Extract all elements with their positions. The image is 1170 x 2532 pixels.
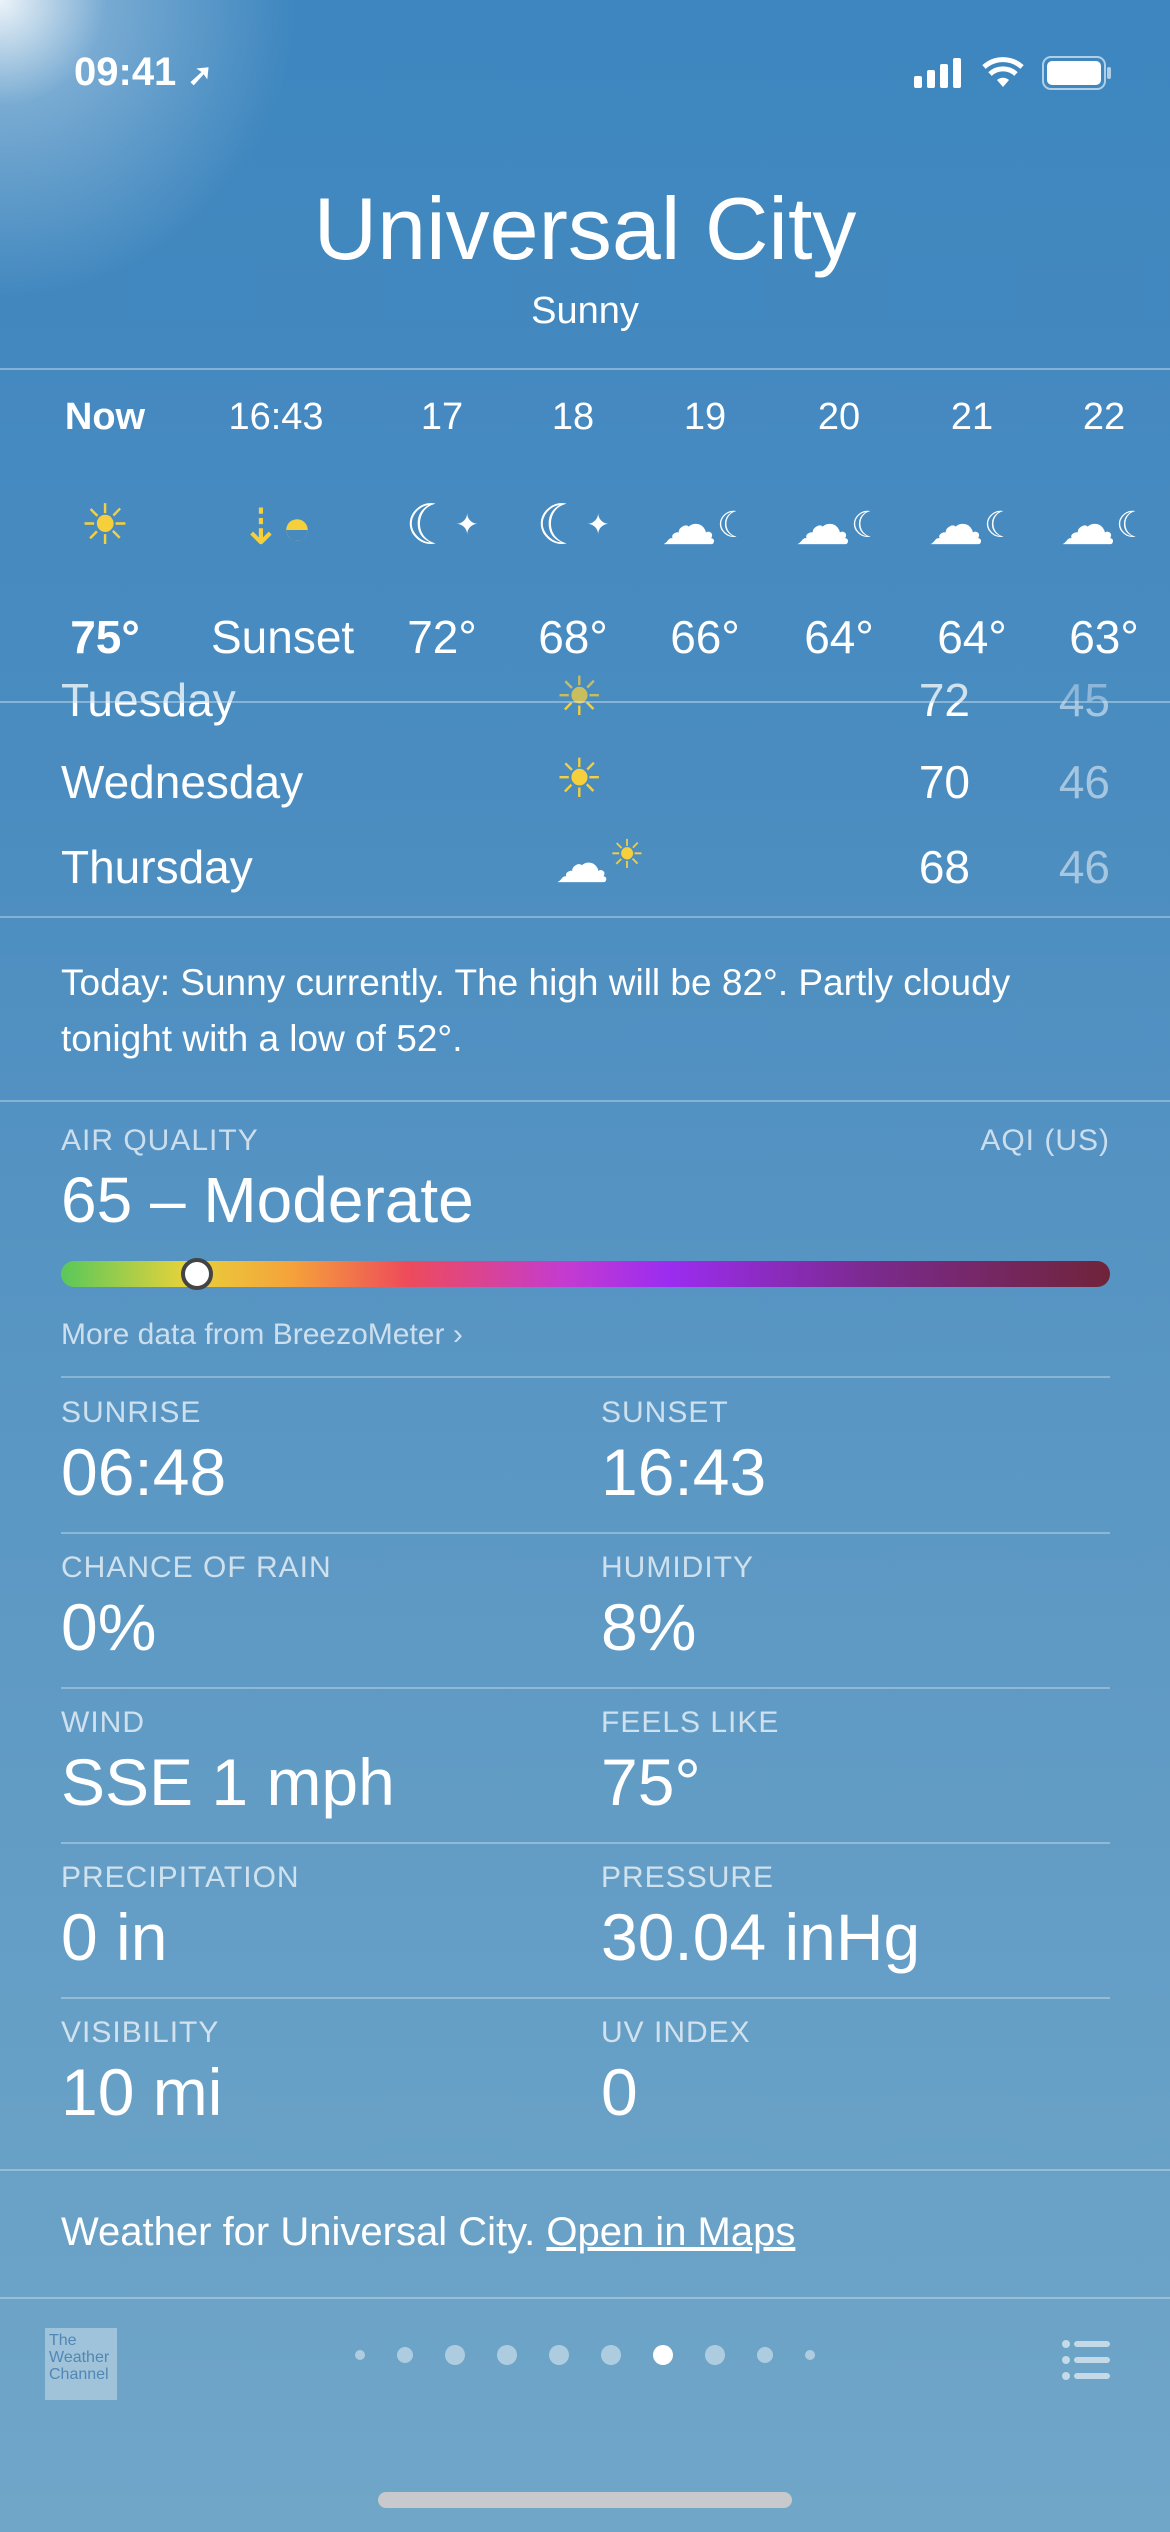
detail-value: SSE 1 mph bbox=[61, 1745, 395, 1819]
hour-temp: 66° bbox=[670, 611, 740, 663]
hour-label: 16:43 bbox=[228, 396, 324, 438]
page-dot[interactable] bbox=[549, 2345, 569, 2365]
detail-label: HUMIDITY bbox=[601, 1551, 754, 1584]
aqi-unit: AQI (US) bbox=[980, 1124, 1110, 1157]
page-dot[interactable] bbox=[355, 2350, 365, 2360]
detail-value: 8% bbox=[601, 1590, 697, 1664]
page-dot[interactable] bbox=[653, 2345, 673, 2365]
divider bbox=[61, 1842, 1110, 1844]
page-dot[interactable] bbox=[497, 2345, 517, 2365]
high-temp: 70 bbox=[918, 756, 970, 808]
low-temp: 46 bbox=[1058, 841, 1110, 893]
hour-label: 19 bbox=[683, 396, 727, 438]
status-icons bbox=[914, 56, 1112, 90]
time-text: 09:41 bbox=[74, 50, 177, 94]
aqi-scale-bar bbox=[61, 1261, 1110, 1287]
sun-icon: ☀ bbox=[555, 749, 604, 809]
detail-label: PRESSURE bbox=[601, 1861, 775, 1894]
cloud-moon-icon: ☁☾ bbox=[927, 493, 1017, 556]
hour-label: 22 bbox=[1082, 396, 1126, 438]
status-time: 09:41 ➚ bbox=[74, 50, 213, 95]
detail-label: CHANCE OF RAIN bbox=[61, 1551, 332, 1584]
page-dot[interactable] bbox=[805, 2350, 815, 2360]
moon-stars-icon: ☾✦ bbox=[536, 493, 610, 556]
page-dot[interactable] bbox=[757, 2347, 773, 2363]
hour-temp: 68° bbox=[538, 611, 608, 663]
detail-label: VISIBILITY bbox=[61, 2016, 220, 2049]
home-indicator[interactable] bbox=[378, 2492, 792, 2508]
divider bbox=[61, 1376, 1110, 1378]
page-dot[interactable] bbox=[705, 2345, 725, 2365]
hour-temp: Sunset bbox=[211, 611, 355, 663]
detail-label: UV INDEX bbox=[601, 2016, 751, 2049]
wifi-icon bbox=[982, 57, 1024, 87]
hour-temp: 63° bbox=[1069, 611, 1139, 663]
divider bbox=[0, 916, 1170, 918]
signal-icon bbox=[914, 58, 961, 88]
page-dot[interactable] bbox=[601, 2345, 621, 2365]
breezometer-link[interactable]: More data from BreezoMeter › bbox=[61, 1318, 463, 1352]
detail-value: 0% bbox=[61, 1590, 157, 1664]
page-dot[interactable] bbox=[397, 2347, 413, 2363]
moon-stars-icon: ☾✦ bbox=[405, 493, 479, 556]
hour-temp: 72° bbox=[407, 611, 477, 663]
hour-label: 21 bbox=[950, 396, 994, 438]
hour-label: Now bbox=[64, 396, 146, 438]
detail-label: SUNRISE bbox=[61, 1396, 202, 1429]
detail-value: 10 mi bbox=[61, 2055, 223, 2129]
air-quality-label: AIR QUALITY bbox=[61, 1124, 259, 1157]
city-title: Universal City bbox=[313, 179, 857, 278]
hourly-forecast[interactable]: Now ☀ 75° 16:43 ⇣◓ Sunset 17 ☾✦ 72° 18 ☾✦ 6… bbox=[0, 368, 1170, 703]
footer-text: Weather for Universal City. Open in Maps bbox=[61, 2210, 795, 2255]
page-dot[interactable] bbox=[445, 2345, 465, 2365]
detail-value: 06:48 bbox=[61, 1435, 227, 1509]
hour-temp: 75° bbox=[70, 611, 140, 663]
hour-label: 17 bbox=[420, 396, 464, 438]
city-list-button[interactable] bbox=[1062, 2340, 1112, 2385]
cloud-moon-icon: ☁☾ bbox=[1059, 493, 1149, 556]
detail-value: 16:43 bbox=[601, 1435, 767, 1509]
high-temp: 68 bbox=[918, 841, 970, 893]
hour-temp: 64° bbox=[937, 611, 1007, 663]
hour-label: 18 bbox=[551, 396, 595, 438]
air-quality-value: 65 – Moderate bbox=[61, 1164, 474, 1236]
cloud-moon-icon: ☁☾ bbox=[660, 493, 750, 556]
detail-label: FEELS LIKE bbox=[601, 1706, 780, 1739]
cloud-sun-icon: ☁☀ bbox=[555, 833, 645, 894]
footer-label: Weather for Universal City. bbox=[61, 2210, 536, 2254]
sun-icon: ☀ bbox=[79, 493, 131, 556]
detail-label: SUNSET bbox=[601, 1396, 729, 1429]
current-condition: Sunny bbox=[531, 290, 639, 332]
list-icon bbox=[1062, 2340, 1110, 2380]
divider bbox=[0, 2169, 1170, 2171]
sunset-icon: ⇣◓ bbox=[239, 499, 313, 555]
detail-value: 75° bbox=[601, 1745, 701, 1819]
cloud-moon-icon: ☁☾ bbox=[794, 493, 884, 556]
open-in-maps-link[interactable]: Open in Maps bbox=[546, 2210, 795, 2254]
day-name: Thursday bbox=[61, 841, 253, 893]
detail-label: WIND bbox=[61, 1706, 145, 1739]
location-arrow-icon: ➚ bbox=[187, 59, 213, 92]
divider bbox=[61, 1687, 1110, 1689]
divider bbox=[61, 1997, 1110, 1999]
detail-value: 0 in bbox=[61, 1900, 168, 1974]
battery-icon bbox=[1042, 56, 1111, 90]
detail-value: 30.04 inHg bbox=[601, 1900, 921, 1974]
low-temp: 46 bbox=[1058, 756, 1110, 808]
detail-label: PRECIPITATION bbox=[61, 1861, 300, 1894]
divider bbox=[61, 1532, 1110, 1534]
divider bbox=[0, 1100, 1170, 1102]
day-name: Wednesday bbox=[61, 756, 304, 808]
divider bbox=[0, 2297, 1170, 2299]
page-indicator[interactable] bbox=[0, 2345, 1170, 2365]
hour-temp: 64° bbox=[804, 611, 874, 663]
detail-value: 0 bbox=[601, 2055, 638, 2129]
today-summary: Today: Sunny currently. The high will be… bbox=[61, 962, 1011, 1059]
hour-label: 20 bbox=[817, 396, 861, 438]
